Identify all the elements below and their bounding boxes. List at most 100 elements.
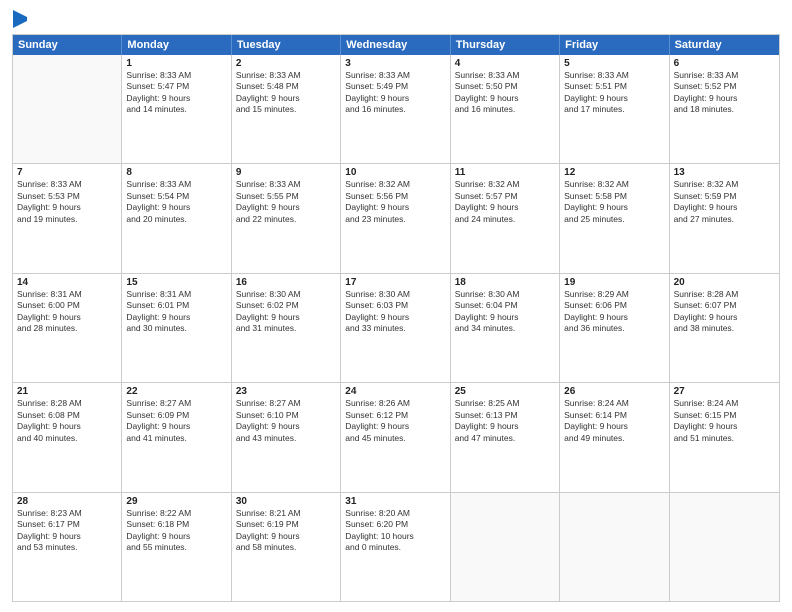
calendar: SundayMondayTuesdayWednesdayThursdayFrid…	[12, 34, 780, 602]
cal-cell: 26Sunrise: 8:24 AMSunset: 6:14 PMDayligh…	[560, 383, 669, 491]
cell-line: Sunset: 6:10 PM	[236, 410, 336, 421]
cell-line: Daylight: 9 hours	[17, 421, 117, 432]
logo-icon	[13, 10, 27, 28]
day-number: 16	[236, 277, 336, 288]
cell-line: and 28 minutes.	[17, 323, 117, 334]
day-number: 12	[564, 167, 664, 178]
cell-line: Daylight: 9 hours	[564, 202, 664, 213]
cal-cell: 29Sunrise: 8:22 AMSunset: 6:18 PMDayligh…	[122, 493, 231, 601]
cal-cell: 13Sunrise: 8:32 AMSunset: 5:59 PMDayligh…	[670, 164, 779, 272]
cell-line: Sunrise: 8:33 AM	[455, 70, 555, 81]
cell-line: Sunset: 6:15 PM	[674, 410, 775, 421]
cell-line: Sunset: 6:07 PM	[674, 300, 775, 311]
cell-line: Daylight: 9 hours	[236, 202, 336, 213]
cell-line: Sunrise: 8:31 AM	[17, 289, 117, 300]
cell-line: Daylight: 9 hours	[455, 421, 555, 432]
cell-line: Sunset: 5:52 PM	[674, 81, 775, 92]
page: SundayMondayTuesdayWednesdayThursdayFrid…	[0, 0, 792, 612]
cal-cell: 10Sunrise: 8:32 AMSunset: 5:56 PMDayligh…	[341, 164, 450, 272]
cell-line: and 51 minutes.	[674, 433, 775, 444]
cal-cell: 30Sunrise: 8:21 AMSunset: 6:19 PMDayligh…	[232, 493, 341, 601]
cell-line: and 18 minutes.	[674, 104, 775, 115]
day-number: 29	[126, 496, 226, 507]
cell-line: and 43 minutes.	[236, 433, 336, 444]
cell-line: and 53 minutes.	[17, 542, 117, 553]
cell-line: and 0 minutes.	[345, 542, 445, 553]
cell-line: Daylight: 9 hours	[126, 531, 226, 542]
cell-line: Daylight: 9 hours	[345, 202, 445, 213]
cal-cell: 19Sunrise: 8:29 AMSunset: 6:06 PMDayligh…	[560, 274, 669, 382]
cell-line: Daylight: 9 hours	[236, 421, 336, 432]
cell-line: Sunrise: 8:30 AM	[455, 289, 555, 300]
cal-cell: 12Sunrise: 8:32 AMSunset: 5:58 PMDayligh…	[560, 164, 669, 272]
cal-header-cell: Monday	[122, 35, 231, 55]
cal-cell: 22Sunrise: 8:27 AMSunset: 6:09 PMDayligh…	[122, 383, 231, 491]
cell-line: Sunset: 6:13 PM	[455, 410, 555, 421]
cell-line: Sunset: 6:14 PM	[564, 410, 664, 421]
cell-line: Daylight: 9 hours	[17, 312, 117, 323]
cell-line: Sunrise: 8:33 AM	[236, 179, 336, 190]
cell-line: Daylight: 9 hours	[674, 202, 775, 213]
day-number: 3	[345, 58, 445, 69]
cell-line: and 38 minutes.	[674, 323, 775, 334]
day-number: 9	[236, 167, 336, 178]
cell-line: and 16 minutes.	[345, 104, 445, 115]
cell-line: Sunrise: 8:32 AM	[345, 179, 445, 190]
cell-line: Sunrise: 8:33 AM	[674, 70, 775, 81]
cell-line: and 27 minutes.	[674, 214, 775, 225]
cell-line: Daylight: 9 hours	[126, 421, 226, 432]
cell-line: and 31 minutes.	[236, 323, 336, 334]
cal-cell: 4Sunrise: 8:33 AMSunset: 5:50 PMDaylight…	[451, 55, 560, 163]
cal-header-cell: Wednesday	[341, 35, 450, 55]
cell-line: Daylight: 10 hours	[345, 531, 445, 542]
cell-line: Daylight: 9 hours	[564, 93, 664, 104]
cal-cell	[451, 493, 560, 601]
cell-line: Daylight: 9 hours	[564, 421, 664, 432]
cal-cell: 5Sunrise: 8:33 AMSunset: 5:51 PMDaylight…	[560, 55, 669, 163]
cell-line: and 15 minutes.	[236, 104, 336, 115]
cal-cell: 31Sunrise: 8:20 AMSunset: 6:20 PMDayligh…	[341, 493, 450, 601]
day-number: 17	[345, 277, 445, 288]
day-number: 11	[455, 167, 555, 178]
cell-line: Daylight: 9 hours	[17, 202, 117, 213]
cell-line: Daylight: 9 hours	[674, 312, 775, 323]
day-number: 13	[674, 167, 775, 178]
cell-line: Sunrise: 8:27 AM	[236, 398, 336, 409]
cell-line: Sunset: 6:12 PM	[345, 410, 445, 421]
cell-line: Sunrise: 8:32 AM	[674, 179, 775, 190]
cal-cell: 16Sunrise: 8:30 AMSunset: 6:02 PMDayligh…	[232, 274, 341, 382]
cell-line: and 14 minutes.	[126, 104, 226, 115]
cell-line: Sunset: 5:48 PM	[236, 81, 336, 92]
day-number: 8	[126, 167, 226, 178]
cal-cell: 21Sunrise: 8:28 AMSunset: 6:08 PMDayligh…	[13, 383, 122, 491]
cell-line: Sunset: 5:49 PM	[345, 81, 445, 92]
cell-line: Daylight: 9 hours	[674, 93, 775, 104]
cell-line: and 34 minutes.	[455, 323, 555, 334]
cal-row: 1Sunrise: 8:33 AMSunset: 5:47 PMDaylight…	[13, 55, 779, 163]
cell-line: Daylight: 9 hours	[236, 531, 336, 542]
cell-line: and 33 minutes.	[345, 323, 445, 334]
cell-line: and 55 minutes.	[126, 542, 226, 553]
cell-line: Sunset: 6:00 PM	[17, 300, 117, 311]
cal-cell: 15Sunrise: 8:31 AMSunset: 6:01 PMDayligh…	[122, 274, 231, 382]
cell-line: Sunrise: 8:33 AM	[564, 70, 664, 81]
cell-line: and 24 minutes.	[455, 214, 555, 225]
cal-cell	[560, 493, 669, 601]
cal-header-cell: Saturday	[670, 35, 779, 55]
cal-cell: 14Sunrise: 8:31 AMSunset: 6:00 PMDayligh…	[13, 274, 122, 382]
cell-line: Sunrise: 8:33 AM	[126, 179, 226, 190]
cell-line: Sunset: 5:55 PM	[236, 191, 336, 202]
cell-line: Daylight: 9 hours	[126, 202, 226, 213]
cell-line: and 23 minutes.	[345, 214, 445, 225]
cell-line: and 25 minutes.	[564, 214, 664, 225]
day-number: 23	[236, 386, 336, 397]
cell-line: and 19 minutes.	[17, 214, 117, 225]
cell-line: Sunrise: 8:27 AM	[126, 398, 226, 409]
cell-line: Sunrise: 8:31 AM	[126, 289, 226, 300]
day-number: 6	[674, 58, 775, 69]
cell-line: Sunset: 5:57 PM	[455, 191, 555, 202]
cell-line: Sunset: 5:54 PM	[126, 191, 226, 202]
cal-row: 21Sunrise: 8:28 AMSunset: 6:08 PMDayligh…	[13, 382, 779, 491]
cell-line: and 36 minutes.	[564, 323, 664, 334]
cell-line: Sunrise: 8:28 AM	[17, 398, 117, 409]
